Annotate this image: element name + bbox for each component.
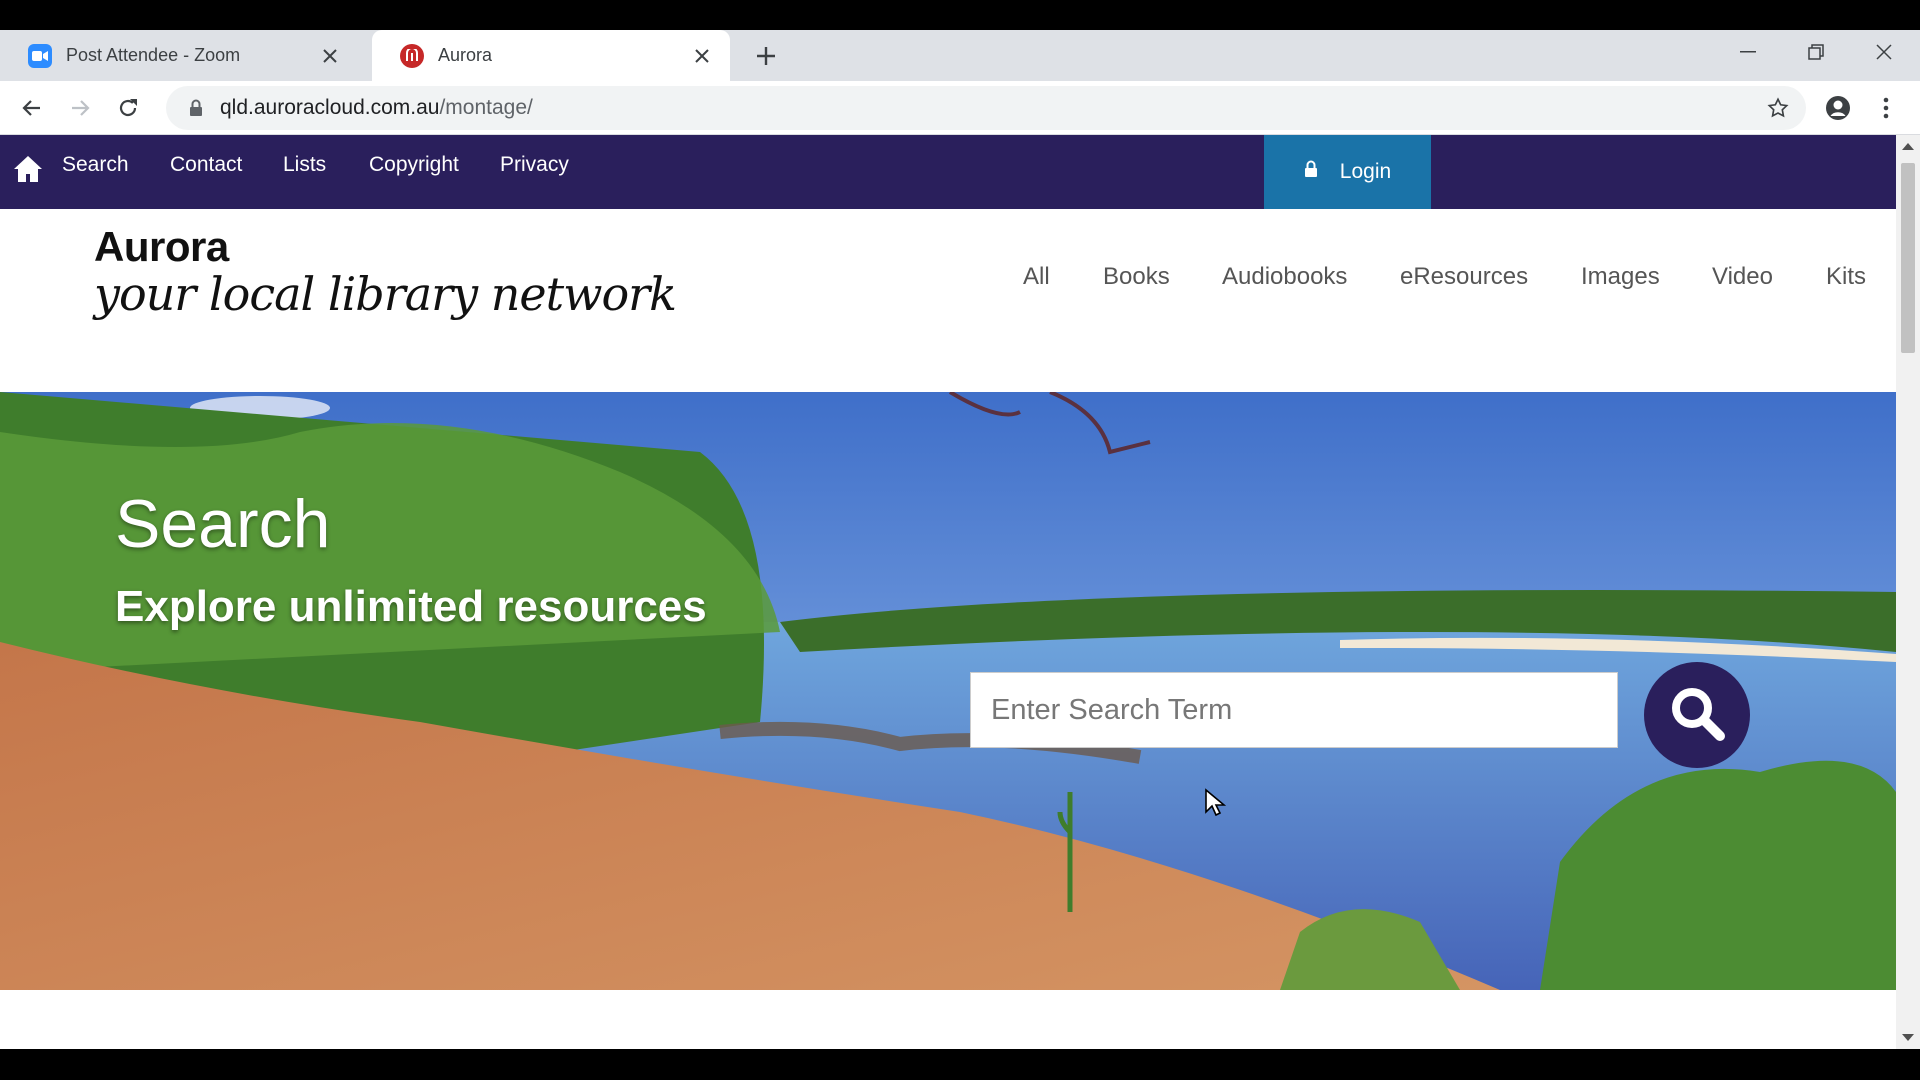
nav-copyright[interactable]: Copyright [369,153,459,177]
search-button[interactable] [1644,662,1750,768]
scroll-thumb[interactable] [1901,163,1915,353]
nav-contact[interactable]: Contact [170,153,242,177]
search-icon [1668,684,1726,747]
address-bar[interactable]: qld.auroracloud.com.au/montage/ [166,86,1806,130]
bookmark-star-icon[interactable] [1760,90,1796,126]
nav-lists[interactable]: Lists [283,153,326,177]
lock-icon [182,94,210,122]
menu-kebab-icon[interactable] [1868,90,1904,126]
search-input[interactable] [970,672,1618,748]
aurora-icon [400,43,424,68]
url-host: qld.auroracloud.com.au [220,96,440,119]
hero-banner: Search Explore unlimited resources [0,392,1896,990]
profile-icon[interactable] [1820,90,1856,126]
site-top-nav: Search Contact Lists Copyright Privacy L… [0,135,1896,209]
brand-tagline: your local library network [94,267,677,321]
category-audiobooks[interactable]: Audiobooks [1222,263,1347,291]
screen-bottom-bar [0,1049,1920,1080]
scroll-up-arrow-icon[interactable] [1902,143,1914,150]
tab-title: Aurora [438,45,493,65]
mouse-cursor-icon [1205,788,1226,817]
hero-title: Search [115,486,331,562]
tab-zoom[interactable]: Post Attendee - Zoom [0,30,358,81]
url-path: /montage/ [439,96,533,119]
login-button[interactable]: Login [1264,135,1431,209]
reload-icon[interactable] [110,90,146,126]
hero-subtitle: Explore unlimited resources [115,582,707,631]
site-logo[interactable]: Aurora your local library network [94,223,677,321]
browser-toolbar: qld.auroracloud.com.au/montage/ [0,81,1920,135]
url-text: qld.auroracloud.com.au/montage/ [220,96,533,120]
login-label: Login [1339,160,1392,183]
category-eresources[interactable]: eResources [1400,263,1528,291]
category-kits[interactable]: Kits [1826,263,1866,291]
browser-tabstrip: Post Attendee - Zoom Aurora [0,30,1920,81]
window-close-icon[interactable] [1850,30,1918,74]
tab-aurora[interactable]: Aurora [372,30,730,81]
close-icon[interactable] [316,42,344,70]
restore-icon[interactable] [1782,30,1850,74]
page-scrollbar[interactable] [1896,135,1920,1049]
new-tab-button[interactable] [748,38,784,74]
nav-privacy[interactable]: Privacy [500,153,569,177]
category-books[interactable]: Books [1103,263,1170,291]
page-viewport: Search Contact Lists Copyright Privacy L… [0,135,1896,1049]
minimize-icon[interactable] [1714,30,1782,74]
nav-search[interactable]: Search [62,153,129,177]
home-icon[interactable] [12,153,44,185]
zoom-icon [28,43,52,68]
close-icon[interactable] [688,42,716,70]
category-all[interactable]: All [1023,263,1050,291]
back-icon[interactable] [14,90,50,126]
category-images[interactable]: Images [1581,263,1660,291]
lock-icon [1304,160,1318,184]
tab-title: Post Attendee - Zoom [66,45,241,65]
scroll-down-arrow-icon[interactable] [1902,1034,1914,1041]
category-video[interactable]: Video [1712,263,1773,291]
forward-icon[interactable] [62,90,98,126]
brand-name: Aurora [94,223,229,270]
screen: Post Attendee - Zoom Aurora qld.auroracl… [0,0,1920,1080]
